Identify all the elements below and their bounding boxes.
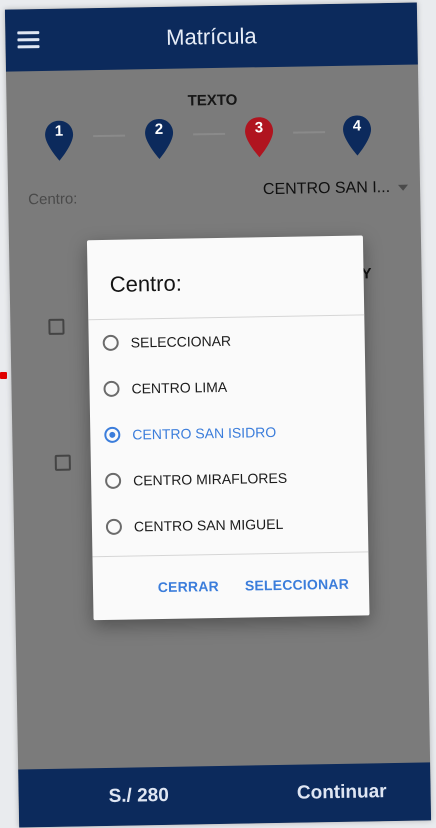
dialog-title: Centro: — [109, 270, 183, 297]
radio-icon — [105, 518, 123, 535]
price-total: S./ 280 — [108, 784, 170, 807]
step-connector — [93, 134, 126, 138]
hamburger-menu-icon[interactable] — [17, 31, 40, 49]
close-button[interactable]: CERRAR — [158, 578, 219, 595]
option-seleccionar[interactable]: SELECCIONAR — [88, 315, 365, 366]
step-number: 3 — [254, 119, 264, 137]
centro-select[interactable]: CENTRO SAN I... — [262, 178, 409, 200]
option-label: CENTRO SAN ISIDRO — [132, 423, 277, 443]
continue-button[interactable]: Continuar — [297, 781, 387, 805]
option-label: SELECCIONAR — [130, 332, 232, 351]
step-heading: TEXTO — [187, 91, 238, 110]
app-screen: Matrícula TEXTO 1 2 3 4 Centro: CENTRO S… — [4, 2, 432, 828]
option-label: CENTRO LIMA — [131, 378, 228, 397]
radio-icon — [104, 472, 122, 489]
option-label: CENTRO MIRAFLORES — [132, 469, 288, 489]
app-bar: Matrícula — [4, 2, 418, 72]
options-list[interactable]: SELECCIONAR CENTRO LIMA CENTRO SAN ISIDR… — [88, 315, 368, 556]
checkbox[interactable] — [48, 318, 65, 335]
centro-dialog: Centro: SELECCIONAR CENTRO LIMA CENTRO S… — [86, 235, 370, 621]
step-1[interactable]: 1 — [43, 118, 76, 163]
step-4[interactable]: 4 — [341, 113, 374, 158]
step-connector — [193, 132, 226, 136]
radio-icon — [104, 426, 121, 443]
step-number: 4 — [352, 117, 362, 135]
option-label: CENTRO SAN MIGUEL — [133, 515, 284, 535]
red-marker — [0, 372, 7, 379]
step-number: 1 — [54, 122, 64, 140]
bottom-bar: S./ 280 Continuar — [18, 762, 432, 828]
select-button[interactable]: SELECCIONAR — [245, 576, 349, 594]
stepper: 1 2 3 4 — [43, 113, 374, 169]
step-connector — [293, 131, 326, 134]
option-centro-san-miguel[interactable]: CENTRO SAN MIGUEL — [92, 499, 369, 550]
option-centro-lima[interactable]: CENTRO LIMA — [89, 361, 366, 412]
centro-select-value: CENTRO SAN I... — [262, 178, 391, 199]
option-centro-san-isidro[interactable]: CENTRO SAN ISIDRO — [90, 407, 367, 458]
centro-label: Centro: — [28, 190, 78, 209]
dropdown-caret-icon — [398, 184, 409, 191]
radio-icon — [103, 380, 120, 397]
app-title: Matrícula — [165, 23, 257, 50]
step-3[interactable]: 3 — [243, 115, 276, 160]
step-number: 2 — [154, 120, 164, 139]
step-2[interactable]: 2 — [143, 117, 176, 162]
checkbox[interactable] — [54, 454, 71, 471]
radio-icon — [102, 334, 119, 351]
option-centro-miraflores[interactable]: CENTRO MIRAFLORES — [91, 453, 368, 504]
dialog-actions: CERRAR SELECCIONAR — [92, 551, 369, 620]
